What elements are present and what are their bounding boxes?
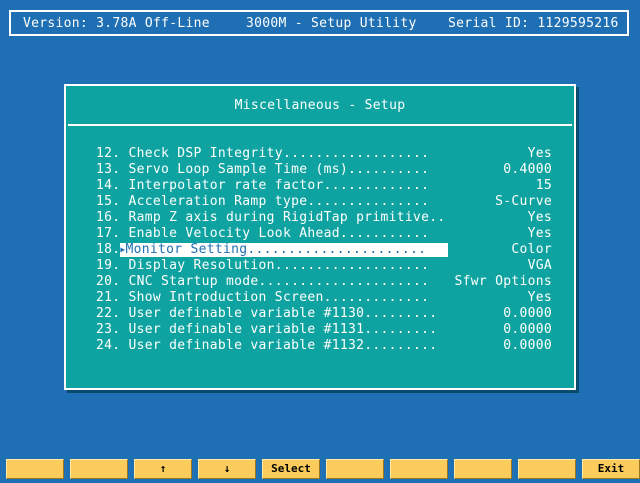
title-bar: Version: 3.78A Off-Line 3000M - Setup Ut…: [9, 10, 629, 36]
up-arrow-key[interactable]: ↑: [134, 459, 192, 479]
setting-row[interactable]: 18.▶Monitor Setting.....................…: [66, 242, 574, 258]
app-title: 3000M - Setup Utility: [246, 16, 417, 31]
setting-number: 22.: [96, 306, 121, 321]
setting-row[interactable]: 17. Enable Velocity Look Ahead..........…: [66, 226, 574, 242]
setting-number: 19.: [96, 258, 121, 273]
setting-label: Enable Velocity Look Ahead...........: [128, 226, 430, 241]
selection-arrow-icon: ▶: [120, 245, 126, 254]
setting-row[interactable]: 23. User definable variable #1131.......…: [66, 322, 574, 338]
setting-row[interactable]: 14. Interpolator rate factor............…: [66, 178, 574, 194]
setting-value: VGA: [527, 258, 552, 273]
settings-list: 12. Check DSP Integrity.................…: [66, 146, 574, 354]
setting-row[interactable]: 22. User definable variable #1130.......…: [66, 306, 574, 322]
version-label: Version: 3.78A Off-Line: [23, 16, 210, 31]
setting-value: 0.0000: [503, 322, 552, 337]
setting-label: CNC Startup mode.....................: [128, 274, 430, 289]
setting-label: Ramp Z axis during RigidTap primitive..: [128, 210, 446, 225]
serial-id-label: Serial ID: 1129595216: [448, 16, 619, 31]
setting-value: Sfwr Options: [454, 274, 552, 289]
setting-row[interactable]: 21. Show Introduction Screen............…: [66, 290, 574, 306]
setting-value: Yes: [527, 210, 552, 225]
select-button[interactable]: Select: [262, 459, 320, 479]
setting-number: 15.: [96, 194, 121, 209]
setting-number: 23.: [96, 322, 121, 337]
setting-value: Color: [511, 242, 552, 257]
setting-number: 16.: [96, 210, 121, 225]
setting-value: 0.4000: [503, 162, 552, 177]
setting-value: 0.0000: [503, 306, 552, 321]
setting-row[interactable]: 12. Check DSP Integrity.................…: [66, 146, 574, 162]
setting-label: Show Introduction Screen.............: [128, 290, 430, 305]
setting-label: Display Resolution...................: [128, 258, 430, 273]
setting-row[interactable]: 20. CNC Startup mode....................…: [66, 274, 574, 290]
setting-label: Acceleration Ramp type...............: [128, 194, 430, 209]
setting-row[interactable]: 13. Servo Loop Sample Time (ms).........…: [66, 162, 574, 178]
setting-label: Monitor Setting......................: [125, 242, 427, 257]
setting-label: User definable variable #1132.........: [128, 338, 438, 353]
setting-label: User definable variable #1130.........: [128, 306, 438, 321]
function-key-bar: ↑ ↓ Select Exit: [6, 459, 640, 479]
setting-row[interactable]: 16. Ramp Z axis during RigidTap primitiv…: [66, 210, 574, 226]
setting-value: S-Curve: [495, 194, 552, 209]
exit-button[interactable]: Exit: [582, 459, 640, 479]
setting-number: 24.: [96, 338, 121, 353]
f1-key[interactable]: [6, 459, 64, 479]
setting-value: Yes: [527, 146, 552, 161]
f9-key[interactable]: [518, 459, 576, 479]
setting-label: Servo Loop Sample Time (ms)..........: [128, 162, 430, 177]
f2-key[interactable]: [70, 459, 128, 479]
setting-value: Yes: [527, 226, 552, 241]
f7-key[interactable]: [390, 459, 448, 479]
setup-panel: Miscellaneous - Setup 12. Check DSP Inte…: [64, 84, 576, 390]
f6-key[interactable]: [326, 459, 384, 479]
setting-value: 15: [535, 178, 552, 193]
down-arrow-key[interactable]: ↓: [198, 459, 256, 479]
setting-label: User definable variable #1131.........: [128, 322, 438, 337]
panel-divider: [68, 124, 572, 126]
f8-key[interactable]: [454, 459, 512, 479]
panel-title: Miscellaneous - Setup: [234, 98, 406, 113]
setting-number: 17.: [96, 226, 121, 241]
setting-row[interactable]: 15. Acceleration Ramp type..............…: [66, 194, 574, 210]
setting-label: Check DSP Integrity..................: [128, 146, 430, 161]
setting-value: 0.0000: [503, 338, 552, 353]
setting-value: Yes: [527, 290, 552, 305]
setting-number: 12.: [96, 146, 121, 161]
setting-number: 20.: [96, 274, 121, 289]
setting-number: 18.: [96, 242, 121, 257]
setting-number: 21.: [96, 290, 121, 305]
setting-number: 13.: [96, 162, 121, 177]
setting-label: Interpolator rate factor.............: [128, 178, 430, 193]
setting-row[interactable]: 24. User definable variable #1132.......…: [66, 338, 574, 354]
setting-row[interactable]: 19. Display Resolution..................…: [66, 258, 574, 274]
setting-number: 14.: [96, 178, 121, 193]
